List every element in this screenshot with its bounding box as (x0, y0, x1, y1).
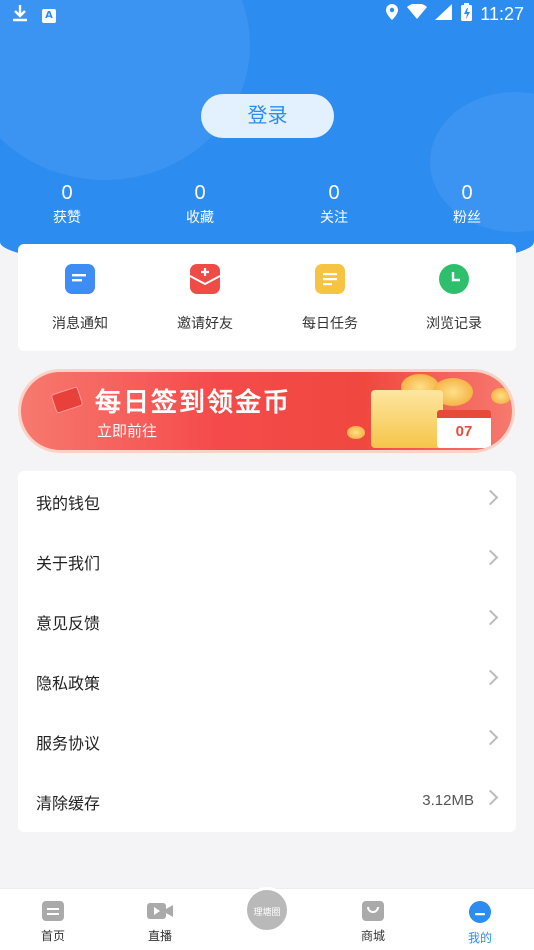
quick-item-label: 每日任务 (302, 316, 358, 332)
stat-likes[interactable]: 0 获赞 (27, 182, 107, 227)
quick-item-label: 消息通知 (52, 316, 108, 332)
menu-item-label: 我的钱包 (36, 494, 101, 513)
bottom-tab-bar: 首页 直播 理塘圈 商城 我的 (0, 887, 534, 950)
menu-item-label: 隐私政策 (36, 674, 101, 693)
stat-label: 收藏 (186, 210, 214, 226)
quick-item-invite[interactable]: 邀请好友 (155, 264, 255, 333)
cache-size: 3.12MB (422, 792, 474, 809)
quick-item-daily-tasks[interactable]: 每日任务 (280, 264, 380, 333)
clock-time: 11:27 (480, 4, 524, 24)
banner-subtitle: 立即前往 (97, 422, 158, 440)
tab-live[interactable]: 直播 (130, 901, 190, 944)
message-icon (65, 264, 95, 294)
stat-value: 0 (461, 182, 473, 204)
menu-item-service-agreement[interactable]: 服务协议 (18, 711, 516, 771)
tab-label: 我的 (467, 931, 492, 945)
invite-envelope-icon (189, 264, 221, 294)
quick-item-label: 浏览记录 (426, 316, 482, 332)
banner-title: 每日签到领金币 (95, 388, 292, 418)
tab-center-circle[interactable]: 理塘圈 (244, 887, 290, 933)
tab-mine[interactable]: 我的 (450, 901, 510, 946)
chevron-right-icon (482, 489, 499, 506)
task-list-icon (315, 264, 345, 294)
menu-item-privacy-policy[interactable]: 隐私政策 (18, 651, 516, 711)
download-icon (12, 4, 28, 27)
stat-favorites[interactable]: 0 收藏 (160, 182, 240, 227)
signal-icon (435, 4, 453, 25)
menu-item-clear-cache[interactable]: 清除缓存 3.12MB (18, 771, 516, 831)
profile-icon (469, 901, 491, 923)
menu-item-wallet[interactable]: 我的钱包 (18, 471, 516, 531)
battery-icon (461, 3, 473, 26)
menu-item-label: 清除缓存 (36, 794, 101, 813)
status-bar: A 11:27 (0, 0, 534, 28)
stat-value: 0 (194, 182, 206, 204)
stat-label: 粉丝 (453, 210, 481, 226)
menu-item-label: 关于我们 (36, 554, 101, 573)
gold-coin-icon (491, 388, 511, 404)
tab-home[interactable]: 首页 (23, 901, 83, 944)
stat-label: 关注 (320, 210, 348, 226)
video-camera-icon (147, 901, 173, 921)
shopping-bag-icon (362, 901, 384, 921)
stat-label: 获赞 (53, 210, 81, 226)
chevron-right-icon (482, 549, 499, 566)
stat-value: 0 (61, 182, 73, 204)
clock-history-icon (439, 264, 469, 294)
stat-followers[interactable]: 0 粉丝 (427, 182, 507, 227)
quick-item-history[interactable]: 浏览记录 (404, 264, 504, 333)
tab-shop[interactable]: 商城 (343, 901, 403, 944)
chevron-right-icon (482, 609, 499, 626)
daily-checkin-banner[interactable]: 每日签到领金币 立即前往 07 (18, 369, 515, 453)
app-notification-icon: A (42, 8, 56, 23)
tab-label: 首页 (40, 929, 65, 943)
chevron-right-icon (482, 729, 499, 746)
red-envelope-icon (50, 386, 84, 414)
location-icon (385, 3, 399, 26)
menu-item-label: 服务协议 (36, 734, 101, 753)
tab-label: 直播 (147, 929, 172, 943)
tab-label: 商城 (360, 929, 385, 943)
stat-following[interactable]: 0 关注 (294, 182, 374, 227)
quick-actions-card: 消息通知 邀请好友 每日任务 浏览记录 (18, 244, 516, 351)
gold-coin-icon (347, 426, 365, 439)
settings-menu: 我的钱包 关于我们 意见反馈 隐私政策 服务协议 清除缓存 3.12MB (18, 471, 516, 832)
calendar-icon: 07 (437, 410, 491, 448)
chevron-right-icon (482, 669, 499, 686)
menu-item-about-us[interactable]: 关于我们 (18, 531, 516, 591)
quick-item-label: 邀请好友 (177, 316, 233, 332)
menu-item-label: 意见反馈 (36, 614, 101, 633)
stat-value: 0 (328, 182, 340, 204)
chevron-right-icon (482, 789, 499, 806)
login-button[interactable]: 登录 (201, 94, 334, 138)
gift-box-icon (371, 390, 443, 448)
home-icon (42, 901, 64, 921)
wifi-icon (407, 3, 428, 25)
quick-item-messages[interactable]: 消息通知 (30, 264, 130, 333)
menu-item-feedback[interactable]: 意见反馈 (18, 591, 516, 651)
